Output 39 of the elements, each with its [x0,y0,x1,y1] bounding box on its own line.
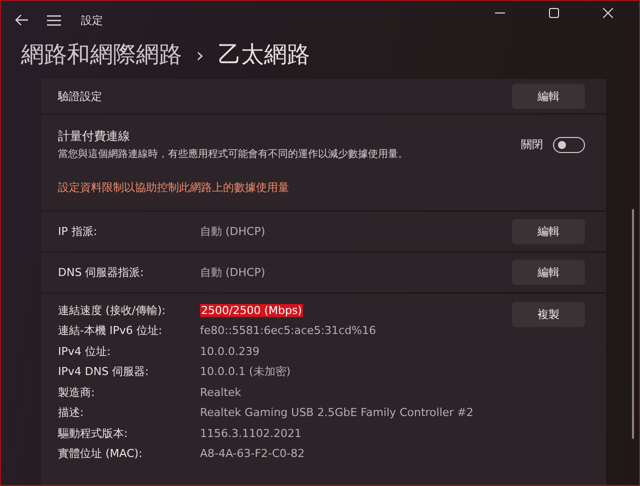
window-title: 設定 [81,12,103,28]
back-arrow-icon[interactable] [15,14,29,26]
breadcrumb-separator: › [196,43,204,67]
setting-title: 計量付費連線 [58,128,131,145]
property-label: 描述: [58,405,85,420]
data-limit-link[interactable]: 設定資料限制以協助控制此網路上的數據使用量 [58,180,585,195]
breadcrumb-parent[interactable]: 網路和網際網路 [21,39,182,70]
property-label: 連結速度 (接收/傳輸): [58,302,166,318]
toggle-switch[interactable] [553,136,585,152]
setting-label: DNS 伺服器指派: [58,265,145,280]
property-value: 10.0.0.239 [200,344,260,358]
menu-icon[interactable] [47,14,61,26]
setting-label: 驗證設定 [58,88,102,104]
property-label: 實體位址 (MAC): [58,446,144,462]
property-value: fe80::5581:6ec5:ace5:31cd%16 [200,324,376,338]
property-label: IPv4 DNS 伺服器: [58,364,150,380]
edit-button[interactable]: 編輯 [512,84,585,108]
edit-button[interactable]: 編輯 [512,260,585,285]
property-label: 連結-本機 IPv6 位址: [58,323,164,338]
copy-button[interactable]: 複製 [512,302,585,327]
property-value: A8-4A-63-F2-C0-82 [200,447,305,460]
edit-button[interactable]: 編輯 [512,219,585,244]
close-icon[interactable] [603,8,613,18]
property-label: IPv4 位址: [58,344,112,359]
property-value: 2500/2500 (Mbps) [200,304,303,317]
page-title: 乙太網路 [218,41,310,70]
property-label: 驅動程式版本: [58,426,129,441]
property-value: 1156.3.1102.2021 [200,426,302,440]
maximize-icon[interactable] [549,8,559,18]
setting-label: IP 指派: [58,224,98,239]
property-value: 10.0.0.1 (未加密) [200,364,291,380]
setting-description: 當您與這個網路連線時，有些應用程式可能會有不同的運作以減少數據使用量。 [58,148,409,161]
scrollbar[interactable] [632,209,634,439]
toggle-label: 關閉 [521,137,543,152]
property-label: 製造商: [58,384,96,400]
setting-value: 自動 (DHCP) [200,265,266,280]
setting-value: 自動 (DHCP) [200,224,266,239]
property-value: Realtek Gaming USB 2.5GbE Family Controller #2 [200,406,474,420]
property-value: Realtek [200,386,242,399]
